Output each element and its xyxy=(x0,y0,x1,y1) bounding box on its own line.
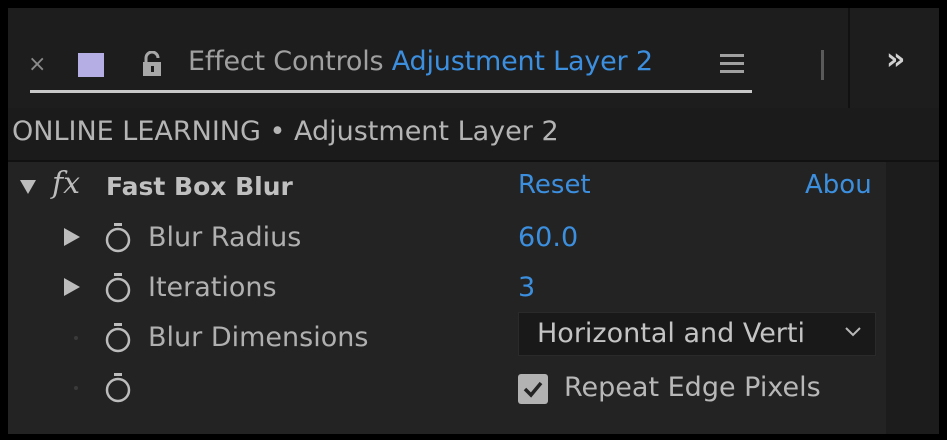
repeat-edge-pixels-checkbox[interactable] xyxy=(518,374,548,404)
effect-header-row[interactable]: fx Fast Box Blur Reset Abou xyxy=(8,162,886,212)
property-label: Iterations xyxy=(148,272,277,303)
color-swatch-icon[interactable] xyxy=(78,53,104,77)
tab-separator xyxy=(821,50,824,80)
about-link[interactable]: Abou xyxy=(805,170,872,200)
row-dot xyxy=(74,386,78,390)
effect-list: fx Fast Box Blur Reset Abou Blur Radius … xyxy=(8,162,939,434)
triangle-right-icon[interactable] xyxy=(64,228,80,246)
dropdown-selected-value: Horizontal and Verti xyxy=(537,318,805,349)
stopwatch-icon[interactable] xyxy=(103,372,133,404)
property-label: Blur Radius xyxy=(148,222,302,253)
panel-scroll-gutter xyxy=(886,162,939,434)
fx-icon[interactable]: fx xyxy=(52,166,80,201)
checkmark-icon xyxy=(523,381,543,398)
iterations-value[interactable]: 3 xyxy=(518,272,535,303)
effect-controls-panel: × Effect Controls Adjustment Layer 2 » O… xyxy=(8,8,939,434)
panel-tab-title[interactable]: Effect Controls Adjustment Layer 2 xyxy=(188,46,653,77)
close-icon[interactable]: × xyxy=(28,52,46,77)
triangle-right-icon[interactable] xyxy=(64,278,80,296)
property-row-iterations: Iterations 3 xyxy=(8,262,886,312)
stopwatch-icon[interactable] xyxy=(103,272,133,304)
panel-name: Effect Controls xyxy=(188,46,384,77)
divider xyxy=(848,8,850,108)
breadcrumb: ONLINE LEARNING • Adjustment Layer 2 xyxy=(12,116,559,147)
blur-dimensions-dropdown[interactable]: Horizontal and Verti xyxy=(518,312,876,356)
layer-name: Adjustment Layer 2 xyxy=(391,46,653,77)
stopwatch-icon[interactable] xyxy=(103,222,133,254)
panel-menu-icon[interactable] xyxy=(720,54,744,74)
reset-link[interactable]: Reset xyxy=(518,170,591,200)
window-frame: × Effect Controls Adjustment Layer 2 » O… xyxy=(0,0,947,440)
checkbox-label[interactable]: Repeat Edge Pixels xyxy=(564,372,821,403)
row-dot xyxy=(74,336,78,340)
lock-icon[interactable] xyxy=(141,51,163,77)
chevron-double-right-icon[interactable]: » xyxy=(886,42,905,77)
chevron-down-icon xyxy=(845,327,861,337)
effect-name: Fast Box Blur xyxy=(106,172,293,201)
blur-radius-value[interactable]: 60.0 xyxy=(518,222,578,253)
triangle-down-icon[interactable] xyxy=(20,180,36,194)
active-tab-indicator xyxy=(30,90,752,93)
property-label: Blur Dimensions xyxy=(148,322,369,353)
property-row-blur-radius: Blur Radius 60.0 xyxy=(8,212,886,262)
panel-tab-bar: × Effect Controls Adjustment Layer 2 » xyxy=(8,8,939,108)
breadcrumb-bar: ONLINE LEARNING • Adjustment Layer 2 xyxy=(8,108,939,162)
stopwatch-icon[interactable] xyxy=(103,322,133,354)
